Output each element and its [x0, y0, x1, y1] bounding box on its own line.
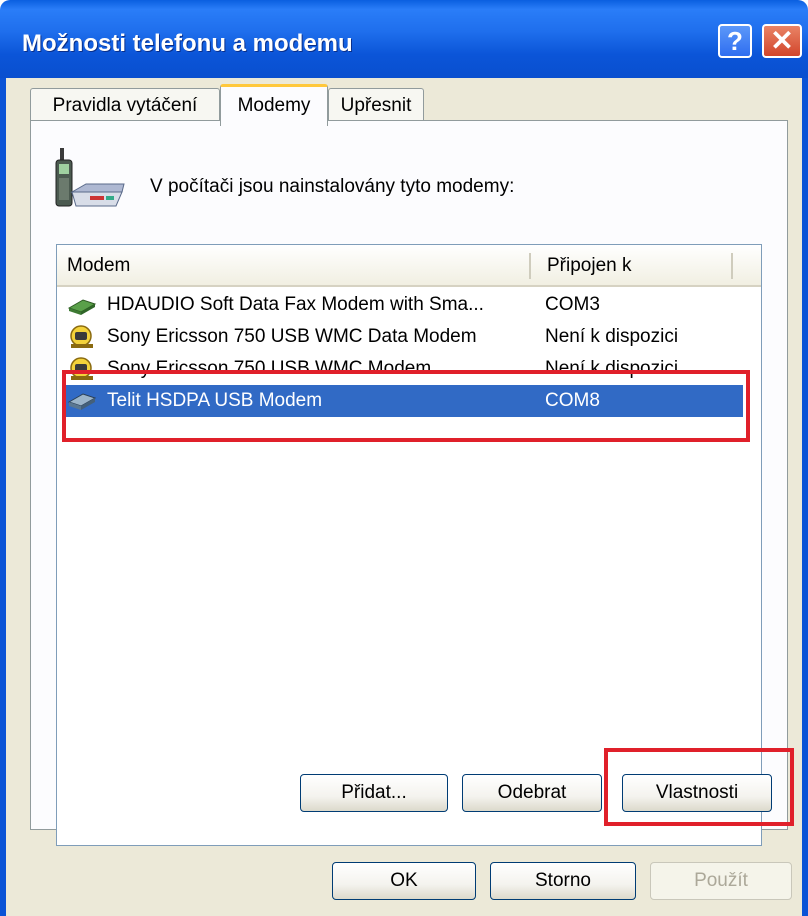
modem-port: Není k dispozici — [545, 326, 679, 347]
remove-button[interactable]: Odebrat — [462, 774, 602, 812]
column-separator[interactable] — [731, 253, 733, 279]
intro-text: V počítači jsou nainstalovány tyto modem… — [150, 176, 515, 197]
tab-upresnit[interactable]: Upřesnit — [328, 88, 424, 124]
add-button[interactable]: Přidat... — [300, 774, 448, 812]
ok-button[interactable]: OK — [332, 862, 476, 900]
dialog-window: Možnosti telefonu a modemu ? ✕ Pravidla … — [0, 0, 808, 916]
modem-port: COM3 — [545, 294, 600, 315]
highlight-box-selected-modem — [62, 370, 750, 442]
list-header: Modem Připojen k — [57, 245, 761, 287]
tab-label: Modemy — [237, 95, 311, 116]
tab-modemy[interactable]: Modemy — [220, 84, 328, 126]
table-row[interactable]: Sony Ericsson 750 USB WMC Data Modem Nen… — [63, 321, 743, 353]
help-button[interactable]: ? — [718, 24, 752, 58]
column-separator[interactable] — [529, 253, 531, 279]
column-header-modem[interactable]: Modem — [67, 245, 529, 285]
close-button[interactable]: ✕ — [762, 24, 802, 58]
phone-modem-icon — [70, 325, 93, 348]
cancel-button[interactable]: Storno — [490, 862, 636, 900]
modem-icon — [67, 299, 97, 315]
title-bar[interactable]: Možnosti telefonu a modemu ? ✕ — [0, 0, 808, 78]
tab-label: Pravidla vytáčení — [52, 95, 198, 116]
column-header-pripojen-k[interactable]: Připojen k — [547, 245, 727, 285]
apply-button[interactable]: Použít — [650, 862, 792, 900]
tab-pravidla-vytaceni[interactable]: Pravidla vytáčení — [30, 88, 220, 124]
tab-label: Upřesnit — [340, 95, 412, 116]
modem-name: HDAUDIO Soft Data Fax Modem with Sma... — [107, 294, 484, 315]
phone-modem-icon — [55, 148, 125, 207]
modem-name: Sony Ericsson 750 USB WMC Data Modem — [107, 326, 477, 347]
table-row[interactable]: HDAUDIO Soft Data Fax Modem with Sma... … — [63, 289, 743, 321]
highlight-box-properties-button — [604, 748, 794, 826]
window-title: Možnosti telefonu a modemu — [22, 30, 353, 57]
